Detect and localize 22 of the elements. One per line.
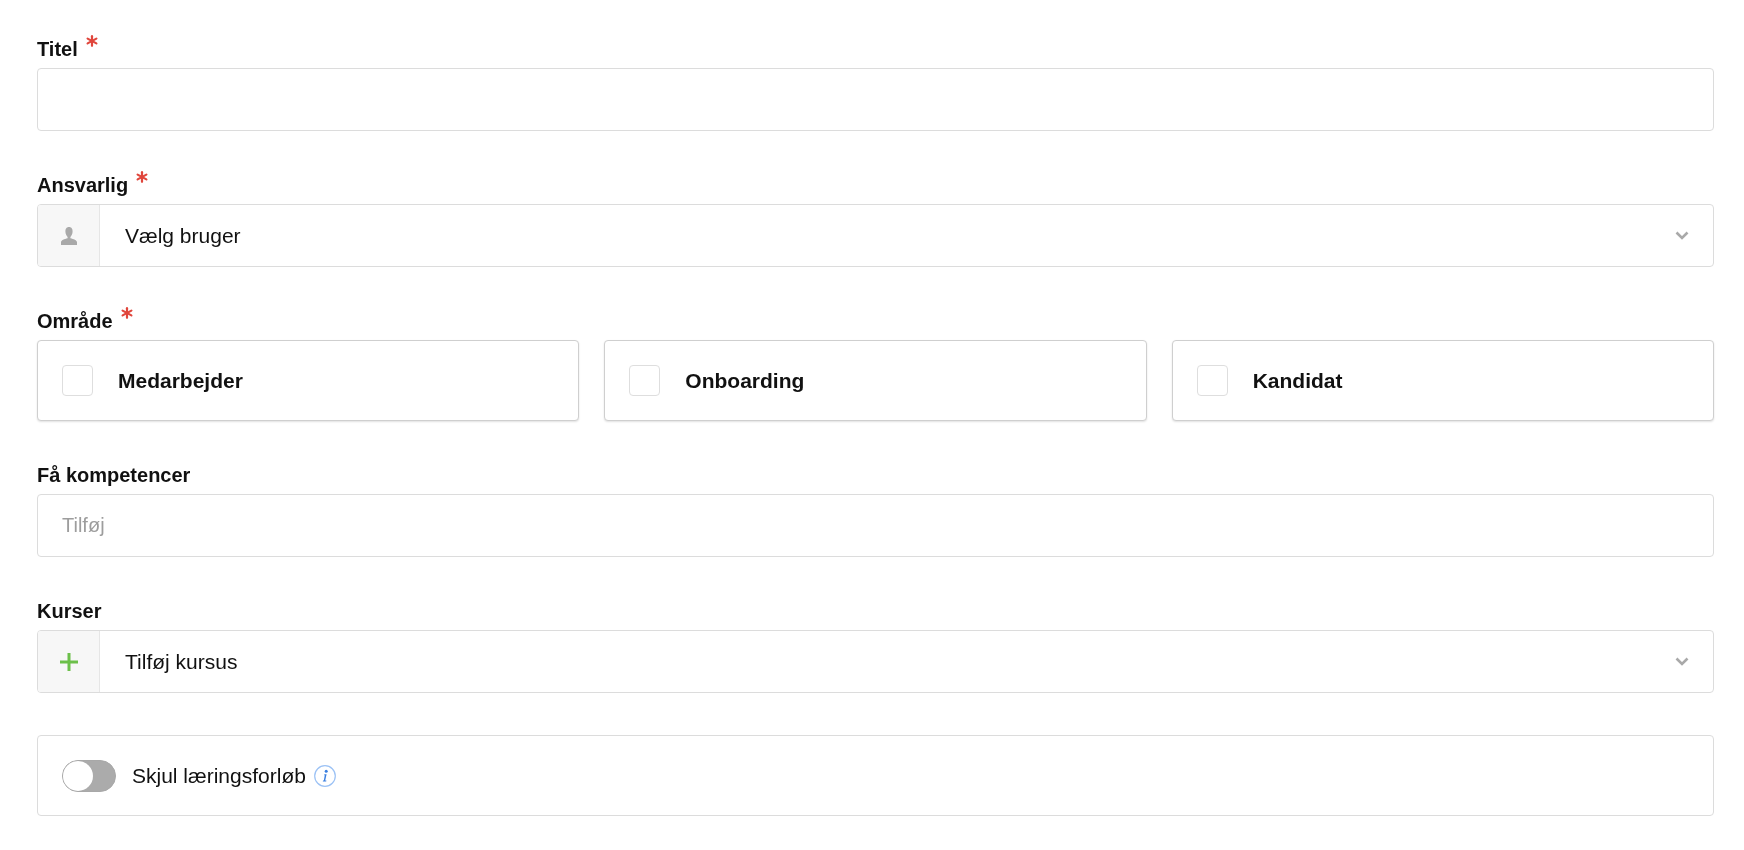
plus-icon	[59, 652, 78, 671]
tag-input[interactable]: Tilføj	[37, 494, 1714, 557]
field-label: Område	[37, 309, 113, 333]
course-select[interactable]: Tilføj kursus	[37, 630, 1714, 693]
checkbox[interactable]	[62, 365, 93, 396]
field-label: Få kompetencer	[37, 463, 191, 487]
checkbox-option[interactable]: Kandidat	[1171, 340, 1714, 421]
checkbox[interactable]	[629, 365, 661, 396]
info-icon[interactable]	[313, 764, 336, 787]
chevron-down-icon	[1675, 657, 1689, 666]
field-label: Kurser	[37, 599, 102, 623]
chevron-down-icon	[1675, 231, 1689, 240]
toggle-label: Skjul læringsforløb	[132, 763, 306, 788]
checkbox-option[interactable]: Onboarding	[604, 340, 1147, 421]
field-label: Ansvarlig	[37, 173, 129, 197]
text-input[interactable]	[37, 68, 1714, 131]
person-icon	[60, 226, 77, 245]
checkbox[interactable]	[1196, 365, 1228, 396]
checkbox-option[interactable]: Medarbejder	[37, 340, 580, 421]
user-select[interactable]: Vælg bruger	[37, 204, 1714, 267]
toggle-switch[interactable]	[62, 759, 116, 792]
field-label: Titel	[37, 37, 78, 61]
